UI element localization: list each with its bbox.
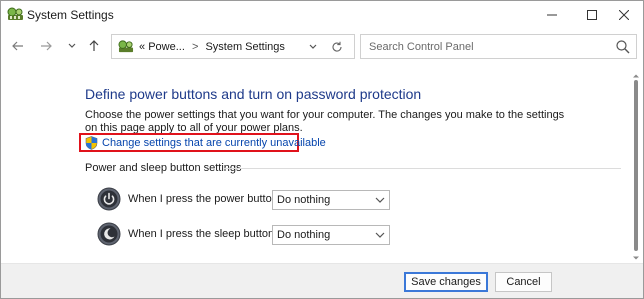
page-title: Define power buttons and turn on passwor… <box>85 86 422 102</box>
breadcrumb-item-system-settings[interactable]: System Settings <box>205 41 284 53</box>
power-button-action-value: Do nothing <box>277 194 331 206</box>
vertical-scrollbar[interactable] <box>632 71 640 261</box>
uac-shield-icon <box>85 136 98 150</box>
breadcrumb-separator[interactable]: > <box>192 41 198 53</box>
search-box[interactable] <box>360 34 637 59</box>
forward-button[interactable] <box>37 37 55 55</box>
minimize-icon <box>547 14 557 15</box>
sleep-button-icon <box>97 222 121 246</box>
chevron-down-icon <box>375 232 385 238</box>
highlight-box: Change settings that are currently unava… <box>79 133 326 152</box>
control-panel-icon <box>7 6 24 22</box>
change-unavailable-settings-link[interactable]: Change settings that are currently unava… <box>102 137 326 149</box>
scroll-up-arrow-icon[interactable] <box>632 71 640 79</box>
address-bar[interactable]: « Powe... > System Settings <box>111 34 355 59</box>
cancel-button[interactable]: Cancel <box>495 272 552 292</box>
maximize-icon <box>587 9 597 20</box>
search-icon[interactable] <box>616 40 630 54</box>
up-button[interactable] <box>85 37 103 55</box>
main-content: Define power buttons and turn on passwor… <box>1 65 643 263</box>
power-button-action-select[interactable]: Do nothing <box>272 190 390 210</box>
address-dropdown-button[interactable] <box>304 38 322 56</box>
chevron-down-icon <box>375 197 385 203</box>
sleep-button-label: When I press the sleep button: <box>128 228 278 240</box>
section-divider <box>224 168 621 169</box>
chevron-down-icon <box>309 44 317 49</box>
window-title: System Settings <box>27 8 114 22</box>
sleep-button-action-select[interactable]: Do nothing <box>272 225 390 245</box>
close-button[interactable] <box>604 1 643 28</box>
minimize-button[interactable] <box>532 1 572 28</box>
save-changes-button[interactable]: Save changes <box>404 272 488 292</box>
up-arrow-icon <box>89 40 99 51</box>
chevron-down-icon <box>68 43 76 48</box>
page-description: Choose the power settings that you want … <box>85 109 565 134</box>
section-title: Power and sleep button settings <box>85 162 242 174</box>
breadcrumb-overflow[interactable]: « <box>139 41 145 53</box>
power-button-label: When I press the power button: <box>128 193 281 205</box>
scroll-down-arrow-icon[interactable] <box>632 253 640 261</box>
system-settings-window: System Settings « Powe... > System Setti… <box>0 0 644 299</box>
forward-arrow-icon <box>41 41 52 51</box>
navigation-bar: « Powe... > System Settings <box>1 29 643 65</box>
scrollbar-thumb[interactable] <box>634 80 638 251</box>
back-arrow-icon <box>12 41 23 51</box>
power-button-icon <box>97 187 121 211</box>
breadcrumb: « Powe... > System Settings <box>139 41 285 53</box>
search-input[interactable] <box>361 35 609 58</box>
refresh-icon <box>332 41 342 52</box>
close-icon <box>619 9 629 20</box>
title-bar: System Settings <box>1 1 643 28</box>
control-panel-icon <box>118 39 134 54</box>
back-button[interactable] <box>9 37 27 55</box>
refresh-button[interactable] <box>328 38 346 56</box>
breadcrumb-item-power[interactable]: Powe... <box>148 41 185 53</box>
sleep-button-action-value: Do nothing <box>277 229 331 241</box>
recent-locations-button[interactable] <box>63 37 81 55</box>
footer-bar: Save changes Cancel <box>1 264 643 298</box>
